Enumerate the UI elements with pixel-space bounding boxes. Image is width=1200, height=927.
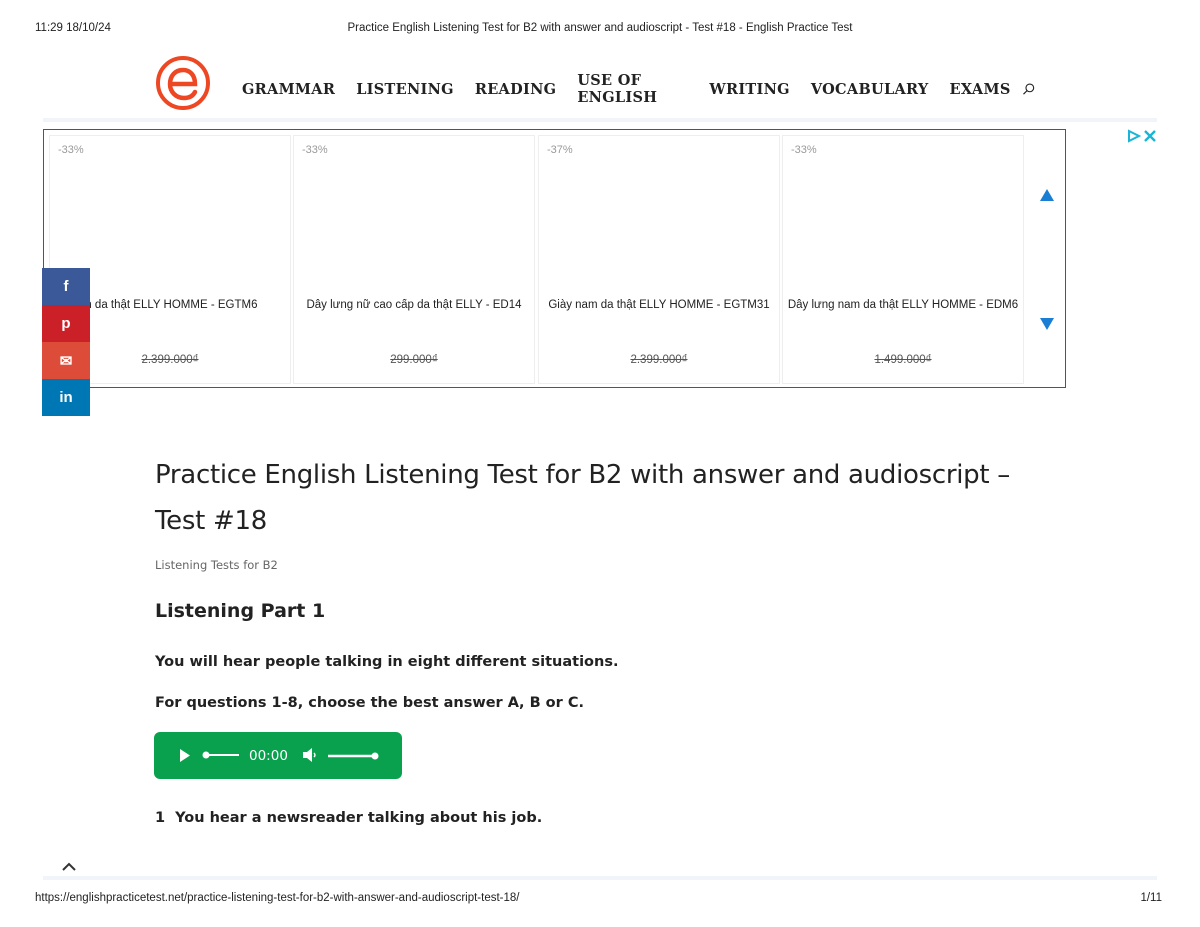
nav-use-of-english[interactable]: USE OF ENGLISH	[577, 72, 688, 106]
print-url: https://englishpracticetest.net/practice…	[35, 892, 520, 904]
ad-product-price: 299.000₫	[390, 354, 438, 366]
intro-text: You will hear people talking in eight di…	[155, 654, 619, 670]
ad-product-name: Dây lưng nữ cao cấp da thật ELLY - ED14	[306, 299, 522, 311]
email-share-button[interactable]: ✉	[42, 342, 90, 379]
ad-banner: -33% Giày nam da thật ELLY HOMME - EGTM6…	[43, 129, 1066, 388]
ad-discount: -33%	[58, 144, 84, 156]
question-text: You hear a newsreader talking about his …	[175, 810, 543, 826]
header-divider	[43, 118, 1157, 122]
time-display: 00:00	[249, 748, 288, 764]
ad-discount: -33%	[302, 144, 328, 156]
site-logo[interactable]	[155, 55, 211, 111]
question-1: 1 You hear a newsreader talking about his…	[155, 810, 542, 826]
progress-slider[interactable]	[201, 751, 241, 759]
pinterest-icon: p	[61, 315, 71, 332]
linkedin-share-button[interactable]: in	[42, 379, 90, 416]
instruction-range: 1-8	[271, 695, 298, 711]
option-sep: ,	[519, 695, 530, 711]
ad-product-card[interactable]: -37% Giày nam da thật ELLY HOMME - EGTM3…	[538, 135, 780, 384]
facebook-icon: f	[63, 278, 69, 295]
main-nav: GRAMMAR LISTENING READING USE OF ENGLISH…	[242, 72, 1035, 106]
instruction-text: For questions 1-8, choose the best answe…	[155, 695, 584, 711]
ad-discount: -37%	[547, 144, 573, 156]
linkedin-icon: in	[59, 389, 73, 406]
print-page-number: 1/11	[1140, 892, 1162, 904]
site-header: GRAMMAR LISTENING READING USE OF ENGLISH…	[155, 52, 1035, 112]
nav-writing[interactable]: WRITING	[709, 81, 789, 98]
arrow-up-icon[interactable]	[1040, 189, 1054, 201]
article: Practice English Listening Test for B2 w…	[154, 452, 1055, 826]
volume-slider[interactable]	[326, 752, 380, 760]
article-title: Practice English Listening Test for B2 w…	[155, 460, 1010, 536]
option-a: A	[507, 695, 519, 711]
print-title: Practice English Listening Test for B2 w…	[347, 22, 853, 34]
instruction-mid: , choose the best answer	[297, 695, 508, 711]
ad-discount: -33%	[791, 144, 817, 156]
search-icon[interactable]	[1022, 80, 1035, 98]
audio-player: 00:00	[154, 732, 402, 779]
ad-product-name: Dây lưng nam da thật ELLY HOMME - EDM6	[787, 299, 1019, 311]
option-sep: or	[540, 695, 568, 711]
nav-exams[interactable]: EXAMS	[950, 81, 1011, 98]
instruction-end: .	[578, 695, 585, 711]
play-icon[interactable]	[180, 749, 190, 762]
ad-product-card[interactable]: -33% Dây lưng nữ cao cấp da thật ELLY - …	[293, 135, 535, 384]
ad-product-name: Giày nam da thật ELLY HOMME - EGTM31	[548, 299, 770, 311]
email-icon: ✉	[59, 352, 73, 370]
ad-product-card[interactable]: -33% Dây lưng nam da thật ELLY HOMME - E…	[782, 135, 1024, 384]
footer-divider	[43, 876, 1157, 880]
question-number: 1	[155, 810, 166, 826]
nav-listening[interactable]: LISTENING	[356, 81, 454, 98]
pinterest-share-button[interactable]: p	[42, 305, 90, 342]
back-to-top-icon[interactable]	[60, 860, 78, 874]
ad-product-price: 2.399.000₫	[630, 354, 688, 366]
facebook-share-button[interactable]: f	[42, 268, 90, 305]
part-heading: Listening Part 1	[155, 600, 326, 622]
option-b: B	[529, 695, 541, 711]
nav-grammar[interactable]: GRAMMAR	[242, 81, 335, 98]
nav-vocabulary[interactable]: VOCABULARY	[811, 81, 929, 98]
article-category-link[interactable]: Listening Tests for B2	[155, 558, 278, 572]
option-c: C	[567, 695, 579, 711]
arrow-down-icon[interactable]	[1040, 318, 1054, 330]
volume-icon[interactable]	[303, 748, 319, 762]
ad-product-price: 1.499.000₫	[874, 354, 932, 366]
nav-reading[interactable]: READING	[475, 81, 556, 98]
instruction-pre: For questions	[155, 695, 272, 711]
adchoices-icon[interactable]	[1127, 129, 1157, 143]
